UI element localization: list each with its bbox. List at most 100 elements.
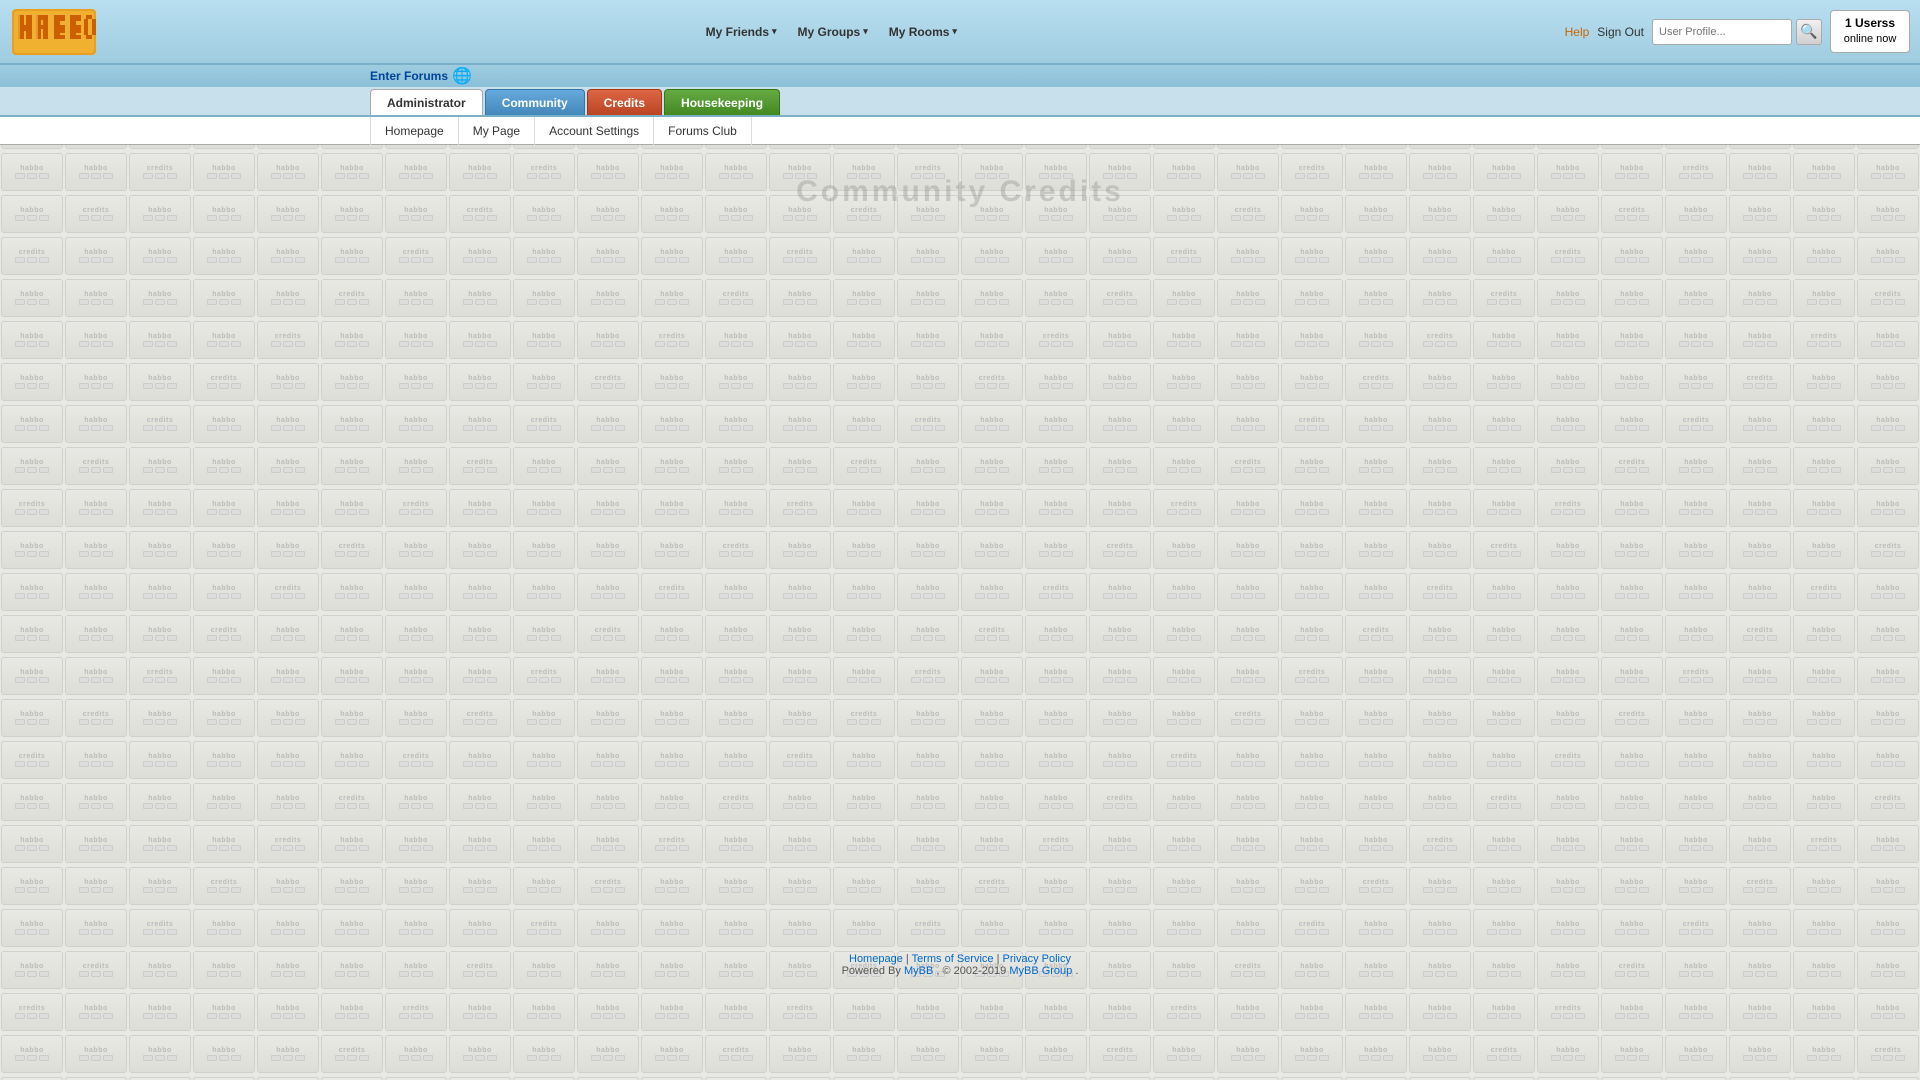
footer-mybb-link[interactable]: MyBB	[904, 965, 933, 977]
bg-cell: habbo	[1793, 1035, 1855, 1073]
bg-row: habbohabbohabbohabbocreditshabbohabbohab…	[0, 1076, 1920, 1080]
bg-cell: credits	[1, 993, 63, 1031]
bg-cell: habbo	[1345, 993, 1407, 1031]
online-box: 1 Userss online now	[1830, 10, 1910, 52]
bg-cell: habbo	[1473, 993, 1535, 1031]
tab-community[interactable]: Community	[485, 89, 585, 115]
tab-administrator[interactable]: Administrator	[370, 89, 483, 115]
bg-cell: habbo	[65, 993, 127, 1031]
bg-cell: habbo	[1665, 1035, 1727, 1073]
bg-cell: habbo	[1345, 1035, 1407, 1073]
search-input[interactable]	[1652, 19, 1792, 45]
footer: Homepage | Terms of Service | Privacy Po…	[0, 945, 1920, 985]
habbo-logo[interactable]	[10, 7, 98, 57]
bg-cell: habbo	[1729, 1035, 1791, 1073]
bg-cell: habbo	[705, 993, 767, 1031]
bg-cell: habbo	[1793, 993, 1855, 1031]
signout-link[interactable]: Sign Out	[1597, 25, 1644, 39]
my-rooms-nav[interactable]: My Rooms ▾	[881, 21, 965, 43]
bg-cell: habbo	[193, 1035, 255, 1073]
footer-privacy-link[interactable]: Privacy Policy	[1003, 953, 1071, 965]
bg-cell: habbo	[1281, 1035, 1343, 1073]
my-friends-nav[interactable]: My Friends ▾	[698, 21, 785, 43]
forum-icon: 🌐	[452, 66, 472, 86]
bg-cell: habbo	[1, 1035, 63, 1073]
sub-nav-homepage[interactable]: Homepage	[370, 117, 459, 145]
bg-cell: credits	[1473, 1035, 1535, 1073]
footer-tos-link[interactable]: Terms of Service	[912, 953, 994, 965]
sub-nav-account-settings[interactable]: Account Settings	[535, 117, 654, 145]
bg-cell: habbo	[1025, 1035, 1087, 1073]
bg-cell: habbo	[577, 993, 639, 1031]
bg-cell: habbo	[1537, 1035, 1599, 1073]
bg-cell: habbo	[513, 993, 575, 1031]
bg-cell: habbo	[641, 993, 703, 1031]
search-icon: 🔍	[1800, 23, 1817, 40]
bg-row: creditshabbohabbohabbohabbohabbocreditsh…	[0, 992, 1920, 1032]
bg-cell: habbo	[1729, 993, 1791, 1031]
bg-cell: credits	[1089, 1035, 1151, 1073]
bg-cell: habbo	[449, 993, 511, 1031]
tab-housekeeping[interactable]: Housekeeping	[664, 89, 780, 115]
bg-cell: habbo	[1025, 993, 1087, 1031]
bg-cell: credits	[1857, 1035, 1919, 1073]
bg-cell: habbo	[1409, 1035, 1471, 1073]
bg-cell: habbo	[385, 1035, 447, 1073]
bg-cell: habbo	[321, 993, 383, 1031]
bg-cell: credits	[705, 1035, 767, 1073]
bg-cell: habbo	[449, 1035, 511, 1073]
bg-cell: habbo	[1857, 993, 1919, 1031]
bg-cell: habbo	[1665, 993, 1727, 1031]
bg-cell: habbo	[897, 1035, 959, 1073]
my-groups-nav[interactable]: My Groups ▾	[790, 21, 876, 43]
header: My Friends ▾ My Groups ▾ My Rooms ▾ Help…	[0, 0, 1920, 65]
bg-cell: habbo	[1153, 1035, 1215, 1073]
bg-cell: habbo	[769, 1035, 831, 1073]
bg-cell: habbo	[257, 1035, 319, 1073]
bg-row: habbohabbohabbohabbohabbocreditshabbohab…	[0, 1034, 1920, 1074]
copyright-text: , © 2002-2019	[936, 965, 1006, 977]
online-count: 1 Userss	[1841, 15, 1899, 32]
bg-cell: credits	[769, 993, 831, 1031]
bg-cell: habbo	[961, 993, 1023, 1031]
main-content: Community Credits	[0, 145, 1920, 945]
community-credits-heading: Community Credits	[796, 175, 1124, 208]
online-label: online now	[1841, 32, 1899, 47]
bg-cell: habbo	[1281, 993, 1343, 1031]
search-button[interactable]: 🔍	[1796, 19, 1822, 45]
bg-cell: habbo	[257, 993, 319, 1031]
sub-nav-mypage[interactable]: My Page	[459, 117, 535, 145]
bg-cell: credits	[1153, 993, 1215, 1031]
bg-cell: habbo	[1089, 993, 1151, 1031]
bg-cell: credits	[385, 993, 447, 1031]
bg-cell: habbo	[961, 1035, 1023, 1073]
enter-forums-link[interactable]: Enter Forums	[370, 69, 448, 83]
bg-cell: habbo	[1601, 993, 1663, 1031]
powered-by-text: Powered By	[842, 965, 901, 977]
bg-cell: habbo	[513, 1035, 575, 1073]
footer-homepage-link[interactable]: Homepage	[849, 953, 903, 965]
bg-cell: habbo	[1217, 1035, 1279, 1073]
bg-cell: habbo	[577, 1035, 639, 1073]
bg-cell: habbo	[129, 1035, 191, 1073]
bg-cell: habbo	[833, 993, 895, 1031]
header-right: Help Sign Out 🔍 1 Userss online now	[1565, 10, 1910, 52]
bg-cell: habbo	[1409, 993, 1471, 1031]
bg-cell: habbo	[193, 993, 255, 1031]
bg-cell: credits	[321, 1035, 383, 1073]
enter-forums-bar: Enter Forums 🌐	[0, 65, 1920, 87]
sub-nav: Homepage My Page Account Settings Forums…	[0, 117, 1920, 145]
bg-cell: habbo	[129, 993, 191, 1031]
bg-cell: habbo	[1601, 1035, 1663, 1073]
tab-credits[interactable]: Credits	[587, 89, 662, 115]
bg-cell: habbo	[833, 1035, 895, 1073]
bg-cell: habbo	[641, 1035, 703, 1073]
sub-nav-forums-club[interactable]: Forums Club	[654, 117, 752, 145]
footer-mybb-group-link[interactable]: MyBB Group	[1009, 965, 1072, 977]
bg-cell: habbo	[897, 993, 959, 1031]
bg-cell: habbo	[1217, 993, 1279, 1031]
help-link[interactable]: Help	[1565, 25, 1590, 39]
tab-nav: Administrator Community Credits Housekee…	[0, 87, 1920, 117]
header-nav: My Friends ▾ My Groups ▾ My Rooms ▾	[98, 21, 1565, 43]
logo-area	[10, 7, 98, 57]
